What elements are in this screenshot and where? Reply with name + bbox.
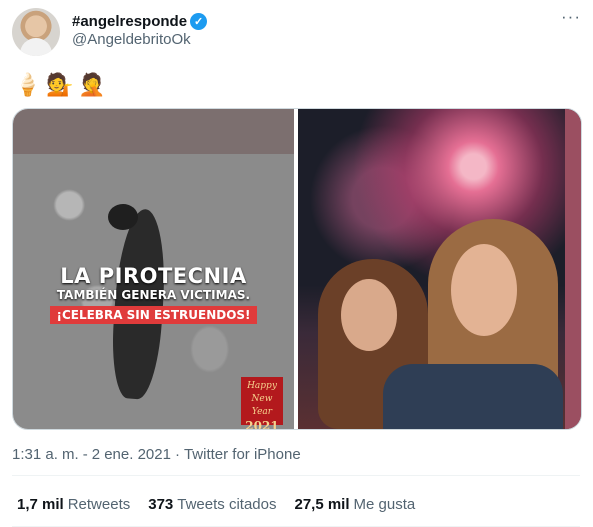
verified-badge-icon: ✓: [190, 12, 208, 30]
retweets-stat[interactable]: 1,7 mil Retweets: [17, 496, 130, 513]
facepalm-emoji: 🤦: [78, 72, 106, 97]
quote-tweets-stat[interactable]: 373 Tweets citados: [148, 496, 276, 513]
photo-frame-edge: [565, 109, 581, 429]
new-year-card-text: Happy New Year: [247, 381, 277, 417]
tweet-date[interactable]: 2 ene. 2021: [92, 446, 171, 463]
ice-cream-emoji: 🍦: [14, 72, 42, 97]
retweets-count: 1,7 mil: [17, 495, 64, 513]
tweet-source[interactable]: Twitter for iPhone: [184, 446, 301, 463]
likes-count: 27,5 mil: [294, 495, 350, 513]
quote-tweets-count: 373: [148, 495, 174, 513]
author-handle[interactable]: @AngeldebritoOk: [72, 31, 191, 48]
denim-jacket: [383, 364, 563, 429]
person-left-face: [341, 279, 397, 351]
bird-head-graphic: [108, 204, 138, 230]
quote-tweets-label: Tweets citados: [177, 495, 277, 513]
new-year-card: Happy New Year 2021: [241, 377, 283, 429]
person-right-face: [451, 244, 517, 336]
retweets-label: Retweets: [67, 495, 131, 513]
media-image-right[interactable]: [298, 109, 581, 429]
engagement-stats: 1,7 mil Retweets 373 Tweets citados 27,5…: [17, 494, 433, 514]
tweet-header: #angelresponde ✓ @AngeldebritoOk ···: [12, 8, 582, 56]
media-image-left[interactable]: LA PIROTECNIA TAMBIÉN GENERA VICTIMAS. ¡…: [13, 109, 294, 429]
campaign-slogan: LA PIROTECNIA TAMBIÉN GENERA VICTIMAS. ¡…: [13, 264, 294, 324]
tweet-time[interactable]: 1:31 a. m.: [12, 446, 79, 463]
metadata-separator: ·: [174, 445, 180, 463]
more-options-icon[interactable]: ···: [560, 8, 582, 28]
new-year-card-year: 2021: [245, 419, 279, 430]
tweet-metadata: 1:31 a. m. - 2 ene. 2021 · Twitter for i…: [12, 444, 301, 464]
tweet-media[interactable]: LA PIROTECNIA TAMBIÉN GENERA VICTIMAS. ¡…: [12, 108, 582, 430]
tweet-text: 🍦 💁 🤦: [14, 70, 106, 100]
slogan-headline: LA PIROTECNIA: [60, 264, 247, 288]
metadata-separator: -: [82, 445, 88, 463]
author-name-row[interactable]: #angelresponde ✓: [72, 11, 208, 31]
avatar[interactable]: [12, 8, 60, 56]
likes-stat[interactable]: 27,5 mil Me gusta: [294, 496, 415, 513]
divider-line: [12, 475, 580, 476]
author-display-name[interactable]: #angelresponde: [72, 13, 187, 30]
likes-label: Me gusta: [353, 495, 416, 513]
slogan-subheadline: TAMBIÉN GENERA VICTIMAS.: [56, 288, 251, 302]
tipping-hand-emoji: 💁: [46, 72, 74, 97]
slogan-callout: ¡CELEBRA SIN ESTRUENDOS!: [50, 306, 257, 324]
